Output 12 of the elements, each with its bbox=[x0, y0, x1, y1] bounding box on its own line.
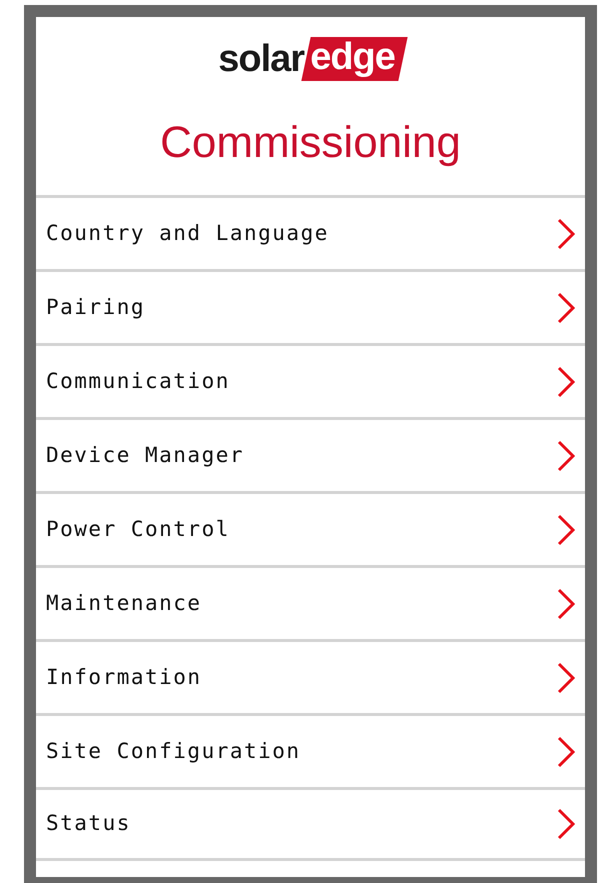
chevron-right-icon bbox=[557, 662, 575, 694]
chevron-right-icon bbox=[557, 440, 575, 472]
page-title: Commissioning bbox=[159, 121, 462, 165]
chevron-right-icon bbox=[557, 514, 575, 546]
chevron-right-icon bbox=[557, 736, 575, 768]
chevron-right-icon bbox=[557, 218, 575, 250]
chevron-right-icon bbox=[557, 588, 575, 620]
chevron-right-icon bbox=[557, 366, 575, 398]
logo: solar edge bbox=[36, 37, 585, 81]
chevron-right-icon bbox=[557, 292, 575, 324]
chevron-right-icon bbox=[557, 808, 575, 840]
menu-item[interactable]: Status bbox=[36, 787, 585, 861]
